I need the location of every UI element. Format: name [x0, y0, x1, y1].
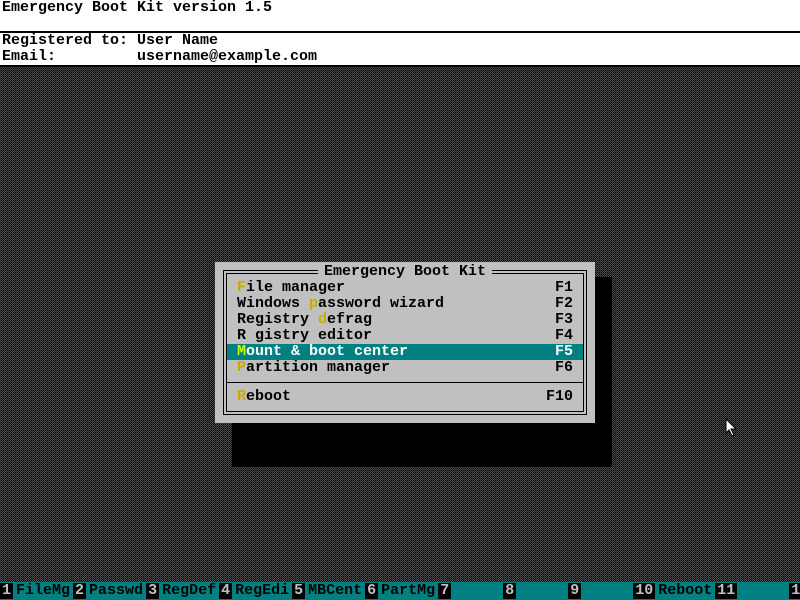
- menu-item-5[interactable]: Mount & boot center F5: [227, 344, 583, 360]
- fkey-label: Reboot: [655, 583, 715, 599]
- fkey-label: Passwd: [86, 583, 146, 599]
- fkey-slot-3[interactable]: 3RegDef: [146, 582, 219, 600]
- divider: [0, 17, 800, 33]
- menu-item-label: Partition manager: [237, 360, 390, 376]
- desktop-background: Emergency Boot Kit File managerF1Windows…: [0, 67, 800, 582]
- fkey-number: 12: [789, 583, 800, 599]
- main-menu-dialog: Emergency Boot Kit File managerF1Windows…: [215, 262, 595, 423]
- fkey-number: 10: [633, 583, 655, 599]
- fkey-slot-4[interactable]: 4RegEdi: [219, 582, 292, 600]
- fkey-number: 4: [219, 583, 232, 599]
- email-label: Email:: [2, 48, 56, 65]
- menu-item-reboot[interactable]: Reboot F10: [227, 389, 583, 405]
- registered-line: Registered to: User Name: [0, 33, 800, 49]
- email-line: Email: username@example.com: [0, 49, 800, 65]
- menu-item-1[interactable]: File manager F1: [227, 280, 583, 296]
- registered-label: Registered to:: [2, 32, 128, 49]
- fkey-label: RegEdi: [232, 583, 292, 599]
- menu: File managerF1Windows password wizardF2R…: [227, 274, 583, 411]
- app-title: Emergency Boot Kit version 1.5: [0, 0, 800, 17]
- shortcut-key: F10: [546, 389, 573, 405]
- menu-item-2[interactable]: Windows password wizard F2: [227, 296, 583, 312]
- menu-item-label: R gistry editor: [237, 328, 372, 344]
- fkey-number: 9: [568, 583, 581, 599]
- shortcut-key: F2: [555, 296, 573, 312]
- fkey-label: RegDef: [159, 583, 219, 599]
- menu-item-4[interactable]: R gistry editor F4: [227, 328, 583, 344]
- menu-item-label: Windows password wizard: [237, 296, 444, 312]
- fkey-number: 2: [73, 583, 86, 599]
- menu-item-6[interactable]: Partition manager F6: [227, 360, 583, 376]
- menu-item-label: Registry defrag: [237, 312, 372, 328]
- fkey-number: 1: [0, 583, 13, 599]
- shortcut-key: F1: [555, 280, 573, 296]
- fkey-number: 8: [503, 583, 516, 599]
- fkey-slot-5[interactable]: 5MBCent: [292, 582, 365, 600]
- fkey-label: MBCent: [305, 583, 365, 599]
- hotkey-letter: d: [318, 311, 327, 328]
- hotkey-letter: M: [237, 343, 246, 360]
- fkey-slot-11[interactable]: 11: [715, 582, 789, 600]
- shortcut-key: F5: [555, 344, 573, 360]
- fkey-slot-8[interactable]: 8: [503, 582, 568, 600]
- fkey-number: 3: [146, 583, 159, 599]
- registered-name: User Name: [137, 32, 218, 49]
- fkey-number: 7: [438, 583, 451, 599]
- fkey-slot-1[interactable]: 1FileMg: [0, 582, 73, 600]
- menu-item-label: File manager: [237, 280, 345, 296]
- shortcut-key: F6: [555, 360, 573, 376]
- dialog-title: Emergency Boot Kit: [318, 264, 492, 280]
- email-value: username@example.com: [137, 48, 317, 65]
- shortcut-key: F3: [555, 312, 573, 328]
- fkey-slot-12[interactable]: 12: [789, 582, 800, 600]
- fkey-number: 11: [715, 583, 737, 599]
- menu-item-3[interactable]: Registry defrag F3: [227, 312, 583, 328]
- menu-item-label: Mount & boot center: [237, 344, 408, 360]
- fkey-number: 5: [292, 583, 305, 599]
- fkey-slot-9[interactable]: 9: [568, 582, 633, 600]
- fkey-label: FileMg: [13, 583, 73, 599]
- hotkey-letter: p: [309, 295, 318, 312]
- function-key-bar: 1FileMg2Passwd3RegDef4RegEdi5MBCent6Part…: [0, 582, 800, 600]
- menu-separator: [227, 382, 583, 383]
- shortcut-key: F4: [555, 328, 573, 344]
- fkey-slot-2[interactable]: 2Passwd: [73, 582, 146, 600]
- hotkey-letter: P: [237, 359, 246, 376]
- hotkey-letter: R: [237, 388, 246, 405]
- fkey-slot-10[interactable]: 10Reboot: [633, 582, 715, 600]
- fkey-number: 6: [365, 583, 378, 599]
- menu-item-label: Reboot: [237, 389, 291, 405]
- hotkey-letter: F: [237, 279, 246, 296]
- fkey-slot-7[interactable]: 7: [438, 582, 503, 600]
- fkey-label: PartMg: [378, 583, 438, 599]
- fkey-slot-6[interactable]: 6PartMg: [365, 582, 438, 600]
